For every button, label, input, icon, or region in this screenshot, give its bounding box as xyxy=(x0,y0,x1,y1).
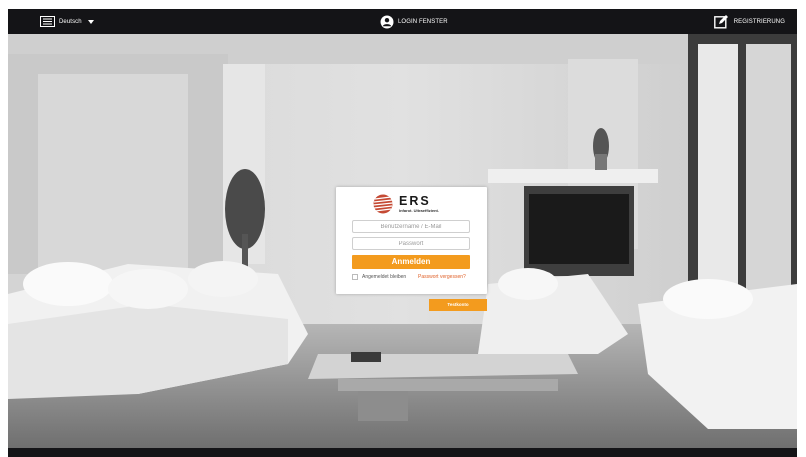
user-icon xyxy=(380,15,394,28)
edit-icon xyxy=(713,15,728,29)
language-selector[interactable]: Deutsch xyxy=(40,14,94,29)
ers-logo-name: ERS xyxy=(399,194,431,209)
top-bar: Deutsch LOGIN FENSTER REGISTRIERUNG xyxy=(8,9,797,34)
remember-label: Angemeldet bleiben xyxy=(362,274,407,280)
chevron-down-icon xyxy=(87,20,94,24)
bottom-bar xyxy=(8,448,797,457)
login-window-title: LOGIN FENSTER xyxy=(380,14,448,29)
forgot-password-link[interactable]: Passwort vergessen? xyxy=(418,274,466,280)
password-input[interactable] xyxy=(352,237,470,250)
register-label: REGISTRIERUNG xyxy=(733,18,785,25)
login-button[interactable]: Anmelden xyxy=(352,255,470,269)
remember-me[interactable]: Angemeldet bleiben xyxy=(352,274,406,280)
ers-logo-icon xyxy=(373,194,393,214)
ers-logo-tagline: Infarot. Ultraeffizient. xyxy=(399,207,440,213)
remember-checkbox[interactable] xyxy=(352,274,358,280)
login-card: ERS Infarot. Ultraeffizient. Anmelden An… xyxy=(336,187,487,294)
username-input[interactable] xyxy=(352,220,470,233)
language-icon xyxy=(40,16,55,27)
test-account-button[interactable]: Testkonto xyxy=(429,299,487,311)
window-title-label: LOGIN FENSTER xyxy=(398,18,448,25)
language-label: Deutsch xyxy=(59,18,82,25)
register-link[interactable]: REGISTRIERUNG xyxy=(713,13,785,30)
ers-logo: ERS Infarot. Ultraeffizient. xyxy=(373,192,453,216)
